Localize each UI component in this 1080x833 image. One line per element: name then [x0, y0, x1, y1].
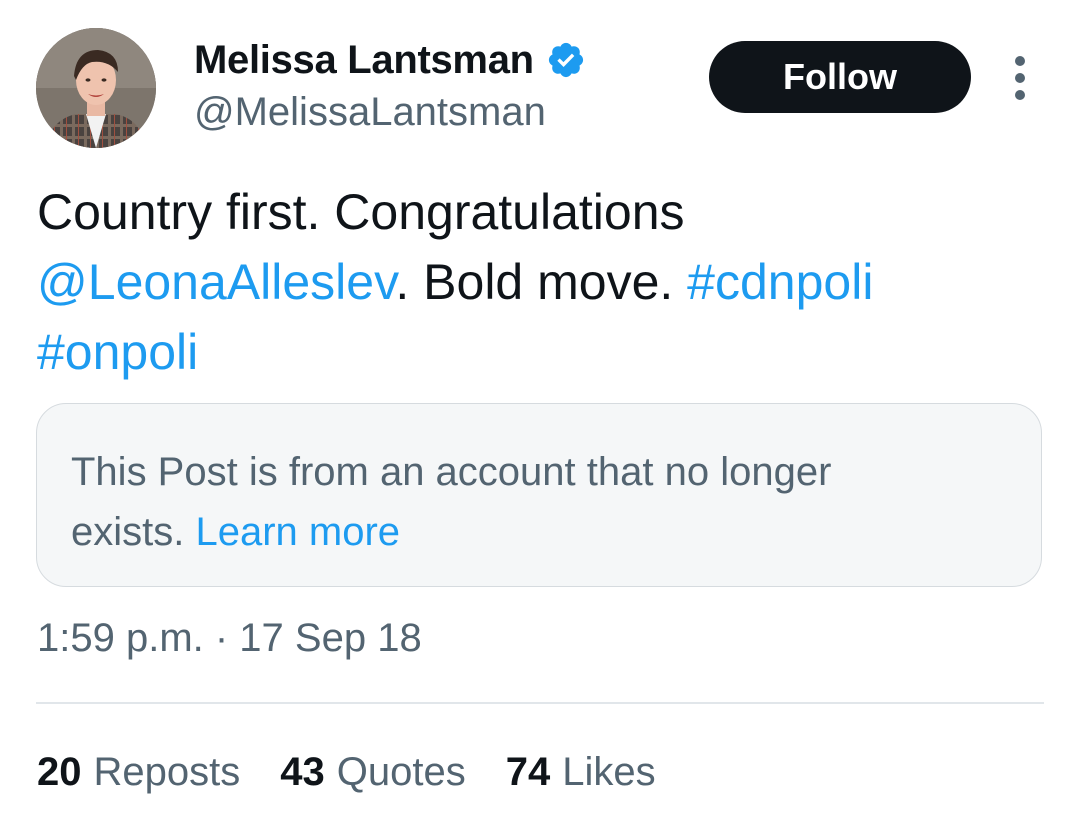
hashtag-link[interactable]: #cdnpoli — [687, 254, 873, 310]
divider — [36, 702, 1044, 704]
notice-text: This Post is from an account that no lon… — [71, 442, 1007, 562]
notice-text-part: exists. — [71, 510, 196, 554]
verified-badge-icon[interactable] — [546, 40, 586, 80]
author-display-name[interactable]: Melissa Lantsman — [194, 38, 534, 83]
likes-stat[interactable]: 74 Likes — [506, 750, 656, 795]
more-dot-icon — [1015, 56, 1025, 66]
reposts-stat[interactable]: 20 Reposts — [37, 750, 240, 795]
avatar[interactable] — [36, 28, 156, 148]
quotes-stat[interactable]: 43 Quotes — [280, 750, 465, 795]
tweet-text: Country first. Congratulations @LeonaAll… — [37, 177, 1047, 387]
author-name-row: Melissa Lantsman — [194, 36, 586, 84]
tweet-line: #onpoli — [37, 317, 1047, 387]
notice-line: This Post is from an account that no lon… — [71, 450, 832, 494]
reposts-label: Reposts — [93, 750, 241, 794]
likes-label: Likes — [562, 750, 656, 794]
learn-more-link[interactable]: Learn more — [195, 510, 400, 554]
follow-button[interactable]: Follow — [709, 41, 971, 113]
notice-line: exists. Learn more — [71, 502, 1007, 562]
post-timestamp[interactable]: 1:59 p.m. · 17 Sep 18 — [37, 616, 422, 661]
more-dot-icon — [1015, 73, 1025, 83]
more-dot-icon — [1015, 90, 1025, 100]
quotes-label: Quotes — [336, 750, 466, 794]
likes-count: 74 — [505, 750, 551, 794]
tweet-text-part: . Bold move. — [395, 254, 688, 310]
tweet-line: Country first. Congratulations — [37, 177, 1047, 247]
author-handle[interactable]: @MelissaLantsman — [194, 90, 546, 135]
quotes-count: 43 — [280, 750, 325, 794]
deleted-quote-notice: This Post is from an account that no lon… — [36, 403, 1042, 587]
reposts-count: 20 — [37, 750, 82, 794]
tweet-line: @LeonaAlleslev. Bold move. #cdnpoli — [37, 247, 1047, 317]
more-options-icon[interactable] — [1006, 56, 1034, 100]
tweet-text-part: Country first. Congratulations — [37, 184, 685, 240]
hashtag-link[interactable]: #onpoli — [37, 324, 198, 380]
mention-link[interactable]: @LeonaAlleslev — [37, 254, 395, 310]
engagement-stats: 20 Reposts 43 Quotes 74 Likes — [37, 750, 656, 795]
